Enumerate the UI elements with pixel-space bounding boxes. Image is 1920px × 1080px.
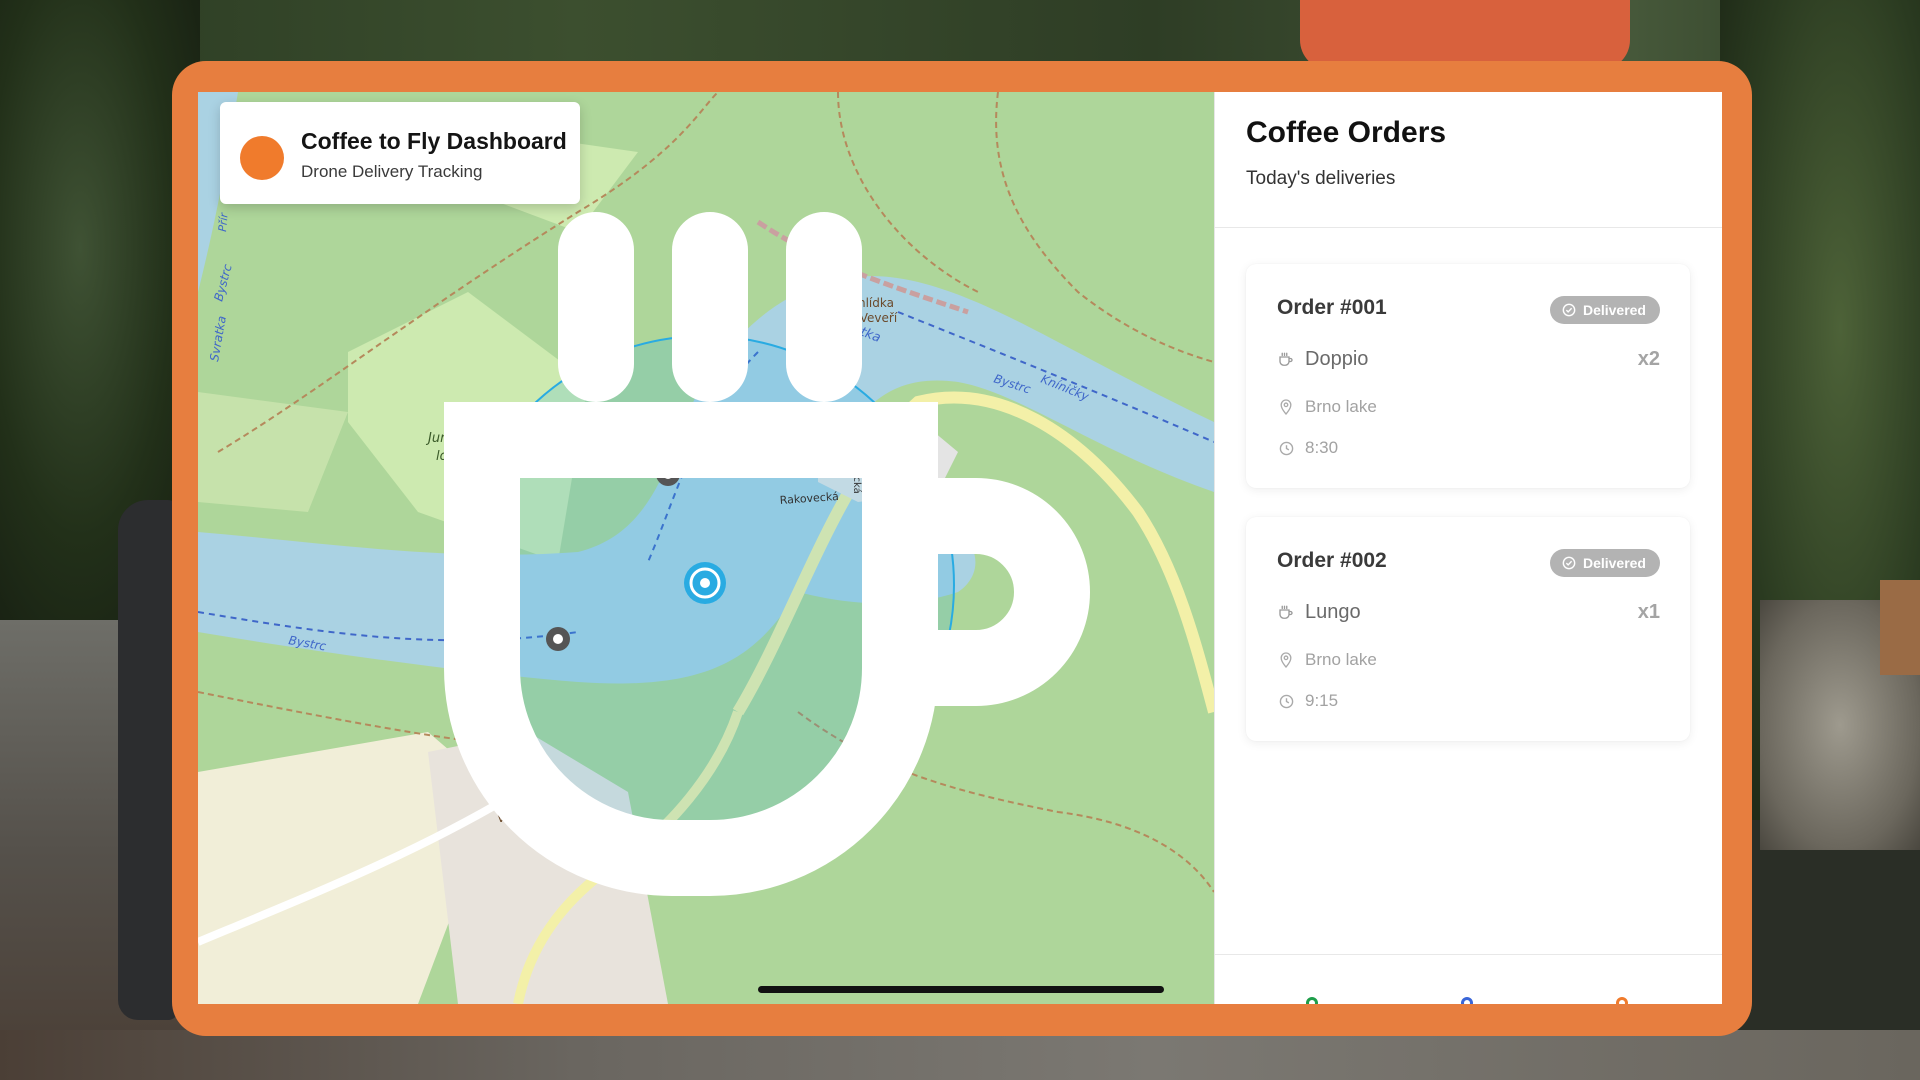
orders-panel-header: Coffee Orders Today's deliveries bbox=[1215, 92, 1722, 228]
dashboard-title: Coffee to Fly Dashboard bbox=[301, 128, 567, 154]
order-quantity: x2 bbox=[1637, 348, 1660, 370]
coffee-cup-icon bbox=[1277, 604, 1295, 622]
order-quantity: x1 bbox=[1637, 601, 1660, 623]
clock-icon bbox=[1277, 439, 1295, 457]
coffee-cup-icon bbox=[1277, 351, 1295, 369]
check-circle-icon bbox=[1560, 301, 1578, 319]
check-circle-icon bbox=[1560, 554, 1578, 572]
order-drink: Lungo bbox=[1305, 601, 1361, 623]
background-foliage bbox=[0, 0, 1920, 70]
status-badge: Delivered bbox=[1549, 296, 1660, 324]
orders-panel-title: Coffee Orders bbox=[1246, 116, 1447, 149]
order-card[interactable]: Order #001 Delivered Doppio x2 Brno lake bbox=[1246, 264, 1690, 488]
order-location-row: Brno lake bbox=[1277, 397, 1377, 417]
background-person bbox=[118, 500, 178, 1020]
order-drink-row: Lungo bbox=[1277, 601, 1361, 624]
order-time: 9:15 bbox=[1305, 691, 1339, 710]
home-indicator[interactable] bbox=[758, 986, 1164, 993]
map-pin-icon bbox=[1277, 398, 1295, 416]
dashboard-subtitle: Drone Delivery Tracking bbox=[301, 162, 483, 181]
coffee-cup-icon bbox=[240, 136, 1090, 896]
map-label: Přír bbox=[216, 211, 231, 232]
order-drink: Doppio bbox=[1305, 348, 1369, 370]
orders-panel-footer bbox=[1215, 954, 1722, 1004]
tablet-screen: Vyhlídka na Veveří Svratka Bystrc Knínič… bbox=[198, 92, 1722, 1004]
status-badge: Delivered bbox=[1549, 549, 1660, 577]
order-location: Brno lake bbox=[1305, 650, 1377, 669]
orders-panel-subtitle: Today's deliveries bbox=[1246, 168, 1396, 189]
order-drink-row: Doppio bbox=[1277, 348, 1368, 371]
footer-stat-indicator bbox=[1461, 997, 1473, 1004]
map-pin-icon bbox=[1277, 651, 1295, 669]
order-time-row: 9:15 bbox=[1277, 691, 1338, 711]
footer-stat-indicator bbox=[1306, 997, 1318, 1004]
dashboard-title-card: Coffee to Fly Dashboard Drone Delivery T… bbox=[212, 102, 1090, 896]
order-card[interactable]: Order #002 Delivered Lungo x1 Brno lake bbox=[1246, 517, 1690, 741]
orders-panel: Coffee Orders Today's deliveries Order #… bbox=[1214, 92, 1722, 1004]
status-label: Delivered bbox=[1582, 302, 1646, 318]
background-ground-bottom bbox=[0, 1030, 1920, 1080]
map-view[interactable]: Vyhlídka na Veveří Svratka Bystrc Knínič… bbox=[198, 92, 1214, 1004]
clock-icon bbox=[1277, 692, 1295, 710]
footer-stat-indicator bbox=[1616, 997, 1628, 1004]
order-location: Brno lake bbox=[1305, 397, 1377, 416]
status-label: Delivered bbox=[1582, 555, 1646, 571]
background-box bbox=[1880, 580, 1920, 675]
order-time-row: 8:30 bbox=[1277, 438, 1338, 458]
order-time: 8:30 bbox=[1305, 438, 1339, 457]
order-id: Order #002 bbox=[1277, 549, 1387, 572]
order-location-row: Brno lake bbox=[1277, 650, 1377, 670]
background-flag bbox=[1300, 0, 1630, 70]
order-id: Order #001 bbox=[1277, 296, 1387, 319]
